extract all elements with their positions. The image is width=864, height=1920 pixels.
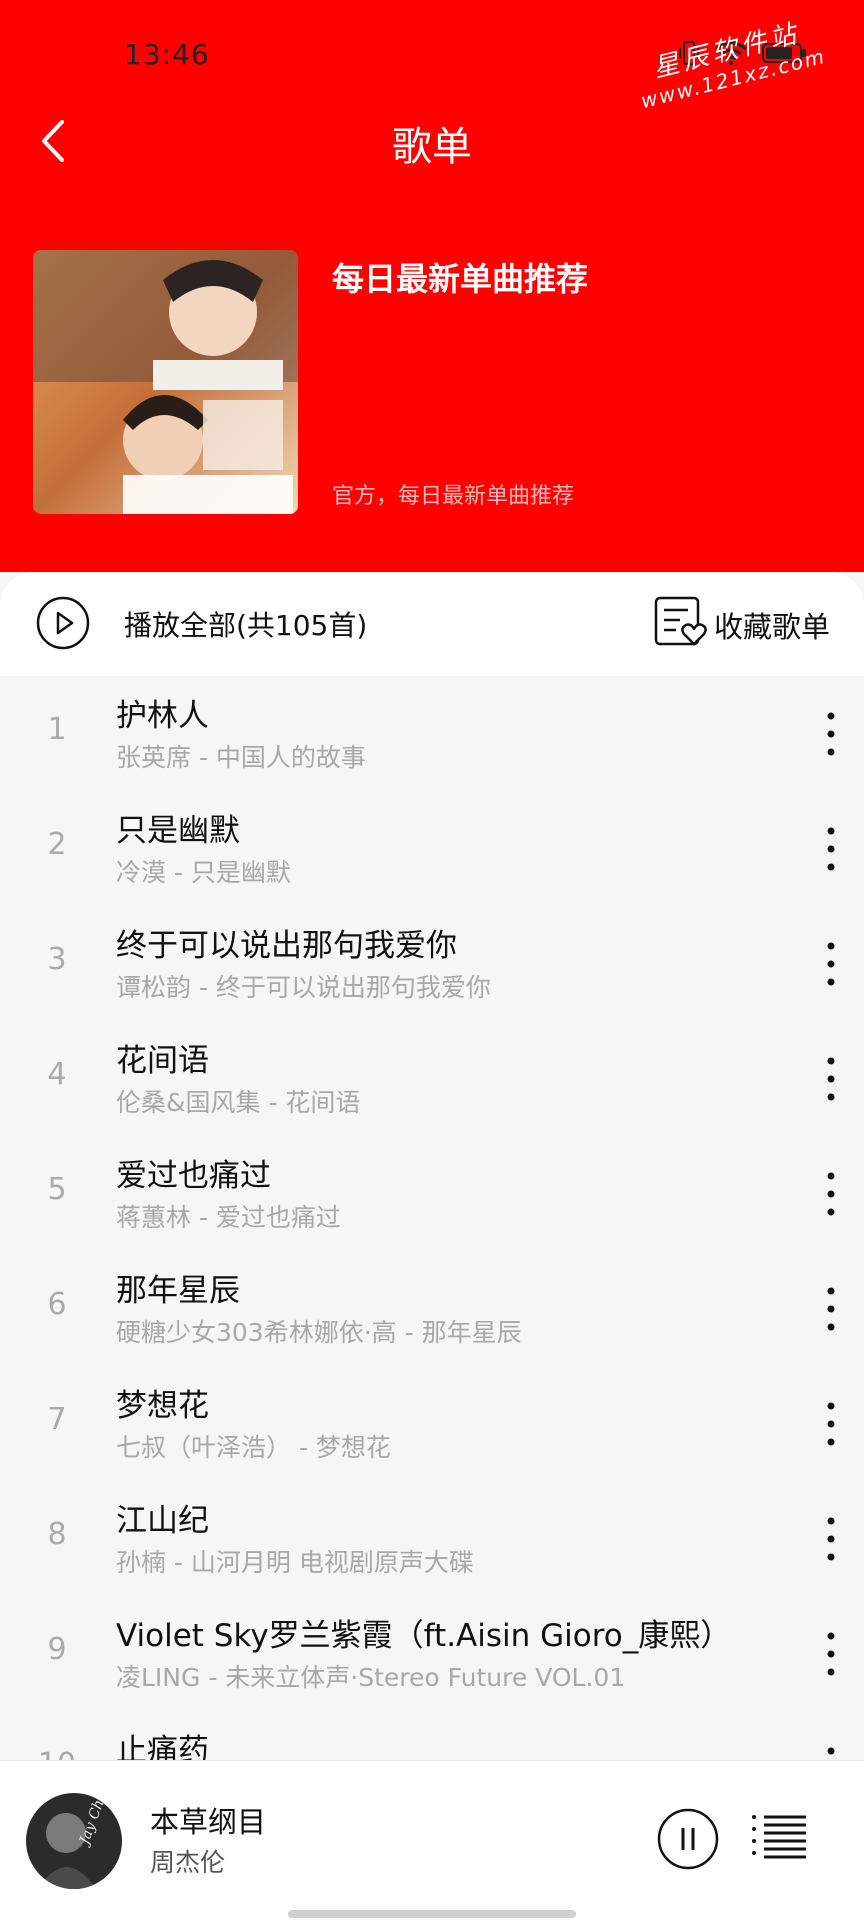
vertical-dots-icon [827, 1402, 835, 1446]
song-more-button[interactable] [808, 1394, 854, 1454]
song-row[interactable]: 10止痛药 [0, 1711, 864, 1760]
now-playing-art[interactable]: Jay Chou [26, 1793, 122, 1889]
playlist-cover[interactable] [33, 250, 298, 514]
song-title: 爱过也痛过 [116, 1158, 271, 1194]
song-artist-album: 张英席 - 中国人的故事 [116, 743, 366, 772]
playlist-description: 官方，每日最新单曲推荐 [332, 484, 575, 509]
play-all-button[interactable] [36, 596, 90, 650]
page-title: 歌单 [392, 124, 472, 170]
song-index: 3 [47, 942, 67, 977]
song-index: 7 [47, 1402, 67, 1437]
song-title: Violet Sky罗兰紫霞（ft.Aisin Gioro_康熙） [116, 1618, 732, 1654]
song-artist-album: 七叔（叶泽浩） - 梦想花 [116, 1433, 391, 1462]
song-more-button[interactable] [808, 1279, 854, 1339]
playlist-queue-button[interactable] [750, 1811, 810, 1867]
song-artist-album: 伦桑&国风集 - 花间语 [116, 1088, 361, 1117]
vertical-dots-icon [827, 1172, 835, 1216]
song-row[interactable]: 5 爱过也痛过蒋蕙林 - 爱过也痛过 [0, 1136, 864, 1251]
song-title: 那年星辰 [116, 1273, 240, 1309]
now-playing-artist: 周杰伦 [150, 1848, 226, 1877]
song-row[interactable]: 2 只是幽默冷漠 - 只是幽默 [0, 791, 864, 906]
song-artist-album: 蒋蕙林 - 爱过也痛过 [116, 1203, 341, 1232]
song-title: 止痛药 [116, 1733, 209, 1760]
song-row[interactable]: 6 那年星辰硬糖少女303希林娜依·高 - 那年星辰 [0, 1251, 864, 1366]
now-playing-title: 本草纲目 [150, 1805, 267, 1839]
vertical-dots-icon [827, 942, 835, 986]
list-heart-icon [654, 596, 707, 646]
playlist-queue-icon [752, 1815, 806, 1859]
song-list: 1 护林人张英席 - 中国人的故事 2 只是幽默冷漠 - 只是幽默 3 终于可以说出那句我… [0, 676, 864, 1760]
song-title: 江山纪 [116, 1503, 209, 1539]
favorite-playlist-button[interactable]: 收藏歌单 [654, 592, 844, 652]
home-indicator[interactable] [288, 1910, 576, 1918]
song-index: 9 [47, 1632, 67, 1667]
song-artist-album: 冷漠 - 只是幽默 [116, 858, 291, 887]
vertical-dots-icon [827, 712, 835, 756]
song-index: 1 [47, 712, 67, 747]
song-more-button[interactable] [808, 819, 854, 879]
status-time: 13:46 [124, 38, 210, 71]
song-row[interactable]: 1 护林人张英席 - 中国人的故事 [0, 676, 864, 791]
song-more-button[interactable] [808, 1509, 854, 1569]
song-row[interactable]: 8 江山纪孙楠 - 山河月明 电视剧原声大碟 [0, 1481, 864, 1596]
song-more-button[interactable] [808, 1049, 854, 1109]
song-artist-album: 孙楠 - 山河月明 电视剧原声大碟 [116, 1548, 474, 1577]
song-artist-album: 凌LING - 未来立体声·Stereo Future VOL.01 [116, 1663, 626, 1692]
vertical-dots-icon [827, 1747, 835, 1755]
action-bar: 播放全部(共105首) 收藏歌单 [0, 572, 864, 676]
vertical-dots-icon [827, 1632, 835, 1676]
pause-button[interactable] [656, 1807, 720, 1871]
cover-art-image [33, 250, 298, 514]
song-more-button[interactable] [808, 1164, 854, 1224]
watermark: 星辰软件站 www.121xz.com [630, 8, 829, 113]
song-index: 5 [47, 1172, 67, 1207]
playlist-title: 每日最新单曲推荐 [332, 260, 589, 298]
vertical-dots-icon [827, 1287, 835, 1331]
now-playing-bar[interactable]: Jay Chou 本草纲目 周杰伦 [0, 1760, 864, 1920]
pause-circle-icon [657, 1808, 719, 1870]
play-all-label[interactable]: 播放全部(共105首) [124, 604, 367, 644]
song-more-button[interactable] [808, 704, 854, 764]
album-art-image: Jay Chou [26, 1793, 122, 1889]
song-artist-album: 硬糖少女303希林娜依·高 - 那年星辰 [116, 1318, 522, 1347]
song-row[interactable]: 9 Violet Sky罗兰紫霞（ft.Aisin Gioro_康熙） 凌LING … [0, 1596, 864, 1711]
song-index: 4 [47, 1057, 67, 1092]
song-row[interactable]: 4 花间语伦桑&国风集 - 花间语 [0, 1021, 864, 1136]
song-index: 8 [47, 1517, 67, 1552]
song-artist-album: 谭松韵 - 终于可以说出那句我爱你 [116, 973, 491, 1002]
song-title: 终于可以说出那句我爱你 [116, 928, 457, 964]
song-row[interactable]: 3 终于可以说出那句我爱你谭松韵 - 终于可以说出那句我爱你 [0, 906, 864, 1021]
song-more-button[interactable] [808, 1739, 854, 1760]
song-title: 花间语 [116, 1043, 209, 1079]
song-row[interactable]: 7 梦想花七叔（叶泽浩） - 梦想花 [0, 1366, 864, 1481]
song-index: 10 [0, 1747, 114, 1760]
vertical-dots-icon [827, 827, 835, 871]
song-title: 护林人 [116, 698, 209, 734]
song-index: 6 [47, 1287, 67, 1322]
header: 13:46 星辰软件站 www.121xz.com 歌单 每日最新单曲推荐 官方… [0, 0, 864, 572]
vertical-dots-icon [827, 1057, 835, 1101]
song-index: 2 [47, 827, 67, 862]
song-title: 梦想花 [116, 1388, 209, 1424]
vertical-dots-icon [827, 1517, 835, 1561]
play-circle-icon [36, 596, 90, 650]
song-title: 只是幽默 [116, 813, 240, 849]
song-more-button[interactable] [808, 1624, 854, 1684]
favorite-playlist-label: 收藏歌单 [714, 610, 831, 644]
song-more-button[interactable] [808, 934, 854, 994]
